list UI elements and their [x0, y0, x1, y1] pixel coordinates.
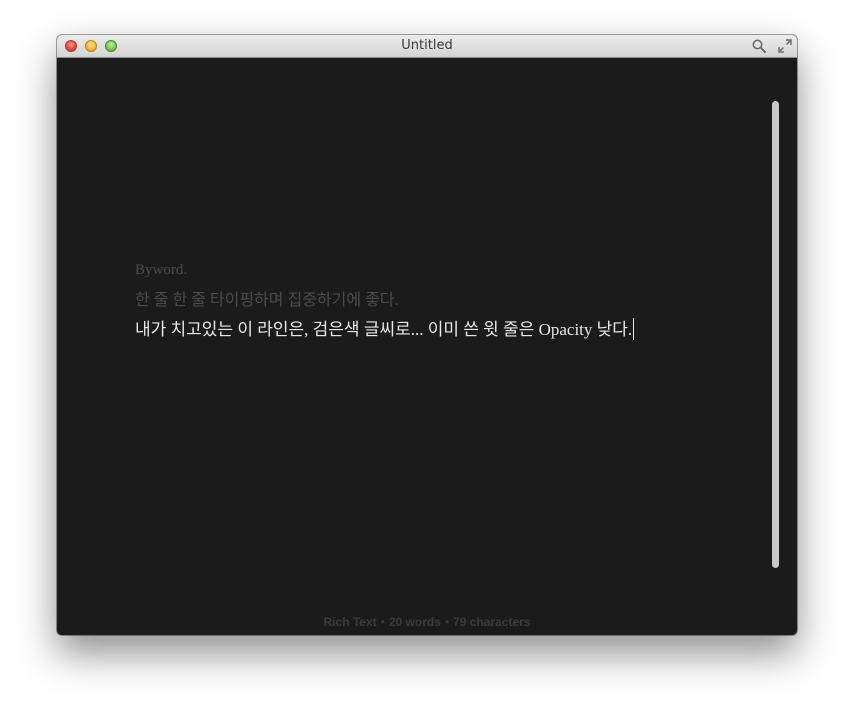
titlebar[interactable]: Untitled — [57, 35, 797, 58]
text-editor[interactable]: Byword. 한 줄 한 줄 타이핑하며 집중하기에 좋다. 내가 치고있는 … — [57, 58, 797, 635]
status-separator: • — [380, 615, 385, 629]
status-format[interactable]: Rich Text — [324, 615, 377, 629]
document-line-1[interactable]: Byword. — [135, 262, 187, 279]
window-title: Untitled — [401, 38, 453, 53]
vertical-scrollbar[interactable] — [772, 101, 779, 568]
status-separator: • — [444, 615, 450, 629]
status-bar: Rich Text • 20 words • 79 characters — [57, 615, 797, 629]
status-character-count: 79 characters — [453, 615, 531, 629]
editor-window: Untitled Byword. 한 줄 한 줄 타이핑하며 집중하기에 좋다.… — [57, 35, 797, 635]
status-word-count: 20 words — [388, 615, 441, 629]
document-line-2[interactable]: 한 줄 한 줄 타이핑하며 집중하기에 좋다. — [135, 286, 399, 310]
search-icon[interactable] — [751, 38, 767, 54]
text-caret — [633, 318, 635, 340]
document-line-3-active[interactable]: 내가 치고있는 이 라인은, 검은색 글씨로... 이미 쓴 윗 줄은 Opac… — [135, 315, 635, 340]
active-line-text[interactable]: 내가 치고있는 이 라인은, 검은색 글씨로... 이미 쓴 윗 줄은 Opac… — [135, 320, 632, 339]
fullscreen-icon[interactable] — [777, 38, 793, 54]
